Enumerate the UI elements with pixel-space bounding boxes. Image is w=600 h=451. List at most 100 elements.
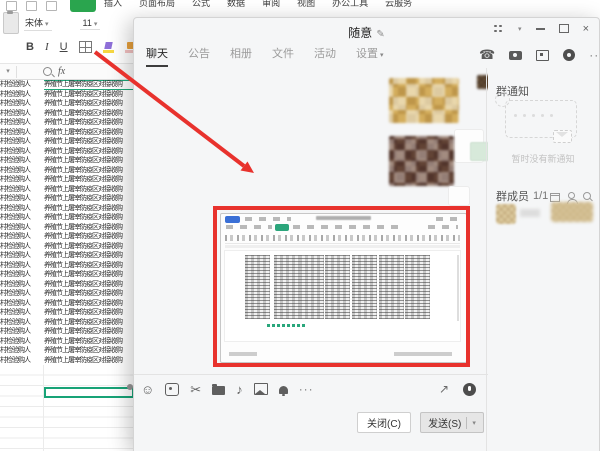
- mini-menu-far: [428, 225, 458, 229]
- sheet-rows[interactable]: 村检验购人 养殖节上屠宰防疫区对接收购 村检验购人 养殖节上屠宰防疫区对接收购 村检验购…: [0, 80, 134, 365]
- chevron-down-icon[interactable]: ▾: [518, 25, 522, 33]
- sheet-empty-grid[interactable]: [0, 365, 134, 451]
- emoji-icon[interactable]: ☺: [141, 383, 154, 396]
- search-member-icon[interactable]: [583, 192, 591, 200]
- formula-bar[interactable]: ▾ fx: [0, 63, 133, 80]
- sent-screenshot-thumbnail[interactable]: [220, 213, 467, 363]
- tab-相册[interactable]: 相册: [230, 45, 252, 67]
- audio-icon[interactable]: ♪: [236, 383, 243, 396]
- fx-icon[interactable]: fx: [58, 66, 65, 77]
- more-tools-icon[interactable]: ···: [299, 382, 314, 396]
- quick-access-toolbar[interactable]: [6, 1, 57, 11]
- selected-cell[interactable]: [44, 387, 134, 398]
- mini-active-tab: [275, 224, 289, 231]
- sent-image-1[interactable]: [389, 78, 459, 123]
- maximize-button[interactable]: [558, 24, 569, 33]
- voice-call-icon[interactable]: ☎: [479, 48, 495, 61]
- data-column: [274, 255, 299, 319]
- menu-item[interactable]: 办公工具: [332, 0, 368, 9]
- italic-button[interactable]: I: [45, 41, 49, 53]
- gift-icon[interactable]: [550, 192, 560, 202]
- mini-toolbar: [225, 233, 460, 244]
- sheet-row: 村检验购人 养殖节上屠宰防疫区对接收购: [0, 90, 123, 98]
- sheet-row: 村检验购人 养殖节上屠宰防疫区对接收购: [0, 157, 123, 164]
- data-column: [379, 255, 404, 319]
- menu-item[interactable]: 云服务: [385, 0, 412, 9]
- search-icon[interactable]: [43, 67, 52, 76]
- highlight-color-icon[interactable]: [102, 42, 114, 53]
- chat-tabs[interactable]: 聊天 公告 相册 文件 活动 设置 ▾: [146, 45, 384, 67]
- sheet-row: 村检验购人 养殖节上屠宰防疫区对接收购: [0, 204, 123, 212]
- name-box[interactable]: ▾: [0, 65, 17, 78]
- sheet-row: 村检验购人 养殖节上屠宰防疫区对接收购: [0, 128, 123, 136]
- sticker-card-2[interactable]: [448, 186, 470, 206]
- send-file-icon[interactable]: [212, 384, 226, 395]
- sheet-row: 村检验购人 养殖节上屠宰防疫区对接收购: [0, 309, 123, 316]
- member-extra-blurred: [551, 202, 593, 222]
- sheet-row: 村检验购人 养殖节上屠宰防疫区对接收购: [0, 337, 123, 345]
- close-button[interactable]: 关闭(C): [357, 412, 411, 433]
- apps-menu-icon[interactable]: [494, 24, 502, 33]
- paste-icon[interactable]: [3, 11, 19, 34]
- menu-item[interactable]: 视图: [297, 0, 315, 9]
- sent-image-2[interactable]: [389, 136, 454, 186]
- menu-item[interactable]: 插入: [104, 0, 122, 9]
- member-name-blurred: [520, 209, 540, 217]
- sheet-row: 村检验购人 养殖节上屠宰防疫区对接收购: [0, 299, 123, 307]
- mini-window-controls: [436, 217, 458, 221]
- screenshot-icon[interactable]: ✂: [190, 383, 201, 396]
- screen-share-icon[interactable]: [536, 49, 550, 61]
- tab-文件[interactable]: 文件: [272, 45, 294, 67]
- mini-formula-bar: [225, 245, 460, 248]
- sticker-icon[interactable]: [165, 382, 180, 396]
- excel-menu[interactable]: 插入 页面布局 公式 数据 审阅 视图 办公工具 云服务: [104, 0, 412, 9]
- data-column: [245, 255, 270, 319]
- mini-window-title: [316, 216, 371, 220]
- live-session-icon[interactable]: [563, 49, 576, 61]
- menu-item[interactable]: 数据: [227, 0, 245, 9]
- bold-button[interactable]: B: [26, 41, 34, 53]
- font-family-select[interactable]: 宋体 ▾: [24, 16, 52, 31]
- voice-record-icon[interactable]: [463, 382, 476, 396]
- member-avatar[interactable]: [496, 204, 516, 224]
- wps-logo[interactable]: [70, 0, 96, 12]
- close-window-button[interactable]: ×: [583, 23, 589, 34]
- more-icon[interactable]: ···: [589, 48, 600, 62]
- tab-公告[interactable]: 公告: [188, 45, 210, 67]
- tab-聊天[interactable]: 聊天: [146, 45, 168, 67]
- sheet-row: 村检验购人 养殖节上屠宰防疫区对接收购: [0, 347, 123, 354]
- message-area[interactable]: [134, 68, 488, 375]
- sheet-row: 村检验购人 养殖节上屠宰防疫区对接收购: [0, 261, 123, 269]
- remind-icon[interactable]: [278, 386, 288, 396]
- menu-item[interactable]: 页面布局: [139, 0, 175, 9]
- underline-button[interactable]: U: [60, 41, 68, 53]
- send-button[interactable]: 发送(S) ▾: [420, 412, 484, 433]
- format-toolbar[interactable]: B I U: [26, 41, 136, 53]
- chat-titlebar[interactable]: 随意 ✎ ▾ ×: [134, 18, 599, 42]
- sheet-row: 村检验购人 养殖节上屠宰防疫区对接收购: [0, 233, 123, 240]
- message-input-area[interactable]: ☺ ✂ ♪ ··· ↗ 关闭(C) 发送(S) ▾: [134, 374, 488, 451]
- invite-member-icon[interactable]: [567, 191, 578, 204]
- mini-wps-logo: [225, 216, 240, 223]
- borders-icon[interactable]: [78, 41, 92, 53]
- sheet-row: 村检验购人 养殖节上屠宰防疫区对接收购: [0, 138, 123, 145]
- shake-window-icon[interactable]: ↗: [439, 382, 449, 396]
- minimize-button[interactable]: [535, 27, 545, 30]
- sheet-row: 村检验购人 养殖节上屠宰防疫区对接收购: [0, 356, 123, 364]
- sheet-row: 村检验购人 养殖节上屠宰防疫区对接收购: [0, 147, 123, 155]
- video-call-icon[interactable]: [509, 50, 523, 60]
- menu-item[interactable]: 审阅: [262, 0, 280, 9]
- tab-设置[interactable]: 设置 ▾: [356, 45, 384, 67]
- sheet-row: 村检验购人 养殖节上屠宰防疫区对接收购: [0, 176, 123, 183]
- send-image-icon[interactable]: [253, 383, 268, 395]
- tab-活动[interactable]: 活动: [314, 45, 336, 67]
- edit-title-icon[interactable]: ✎: [376, 29, 384, 40]
- mini-grid: [224, 250, 461, 342]
- send-options-icon[interactable]: ▾: [472, 419, 476, 427]
- column-gridline: [43, 365, 44, 451]
- font-size-select[interactable]: 11 ▾: [79, 18, 101, 30]
- sheet-row: 村检验购人 养殖节上屠宰防疫区对接收购: [0, 318, 123, 326]
- sheet-row: 村检验购人 养殖节上屠宰防疫区对接收购: [0, 328, 123, 335]
- mini-titlebar-items: [245, 217, 291, 221]
- menu-item[interactable]: 公式: [192, 0, 210, 9]
